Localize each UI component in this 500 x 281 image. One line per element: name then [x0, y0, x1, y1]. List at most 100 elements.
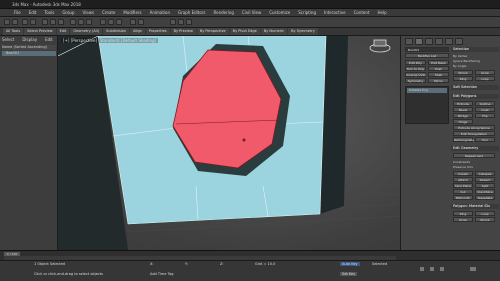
menu-scripting[interactable]: Scripting	[298, 10, 316, 15]
go-to-end-icon[interactable]	[440, 267, 444, 271]
shrink-button[interactable]: Shrink	[453, 70, 473, 75]
redo-icon[interactable]	[12, 19, 18, 25]
menu-file[interactable]: File	[14, 10, 21, 15]
loop-button[interactable]: Loop	[475, 76, 495, 81]
menu-civil-view[interactable]: Civil View	[242, 10, 261, 15]
ribbon-tab-by-perspective[interactable]: By Perspective	[196, 28, 229, 35]
zoom-extents-icon[interactable]	[470, 267, 476, 271]
bridge-button[interactable]: Bridge	[453, 113, 473, 118]
menu-content[interactable]: Content	[354, 10, 370, 15]
attach-button[interactable]: Attach	[453, 177, 473, 182]
time-slider[interactable]: 0 / 100	[4, 252, 20, 256]
create-tab-icon[interactable]	[405, 38, 413, 45]
align-icon[interactable]	[138, 19, 144, 25]
perspective-viewport[interactable]: [+] [Perspective] [Standard] [Default Sh…	[58, 36, 400, 250]
set-key-button[interactable]: Set Key	[340, 272, 358, 276]
move-icon[interactable]	[70, 19, 76, 25]
modifier-btn-edit-mesh[interactable]: Edit Mesh	[428, 60, 449, 65]
ribbon-tab-properties[interactable]: Properties	[145, 28, 170, 35]
menu-tools[interactable]: Tools	[44, 10, 54, 15]
ribbon-tab-by-symmetry[interactable]: By Symmetry	[288, 28, 318, 35]
menu-customize[interactable]: Customize	[269, 10, 290, 15]
modifier-btn-unwrap-uvw[interactable]: Unwrap UVW	[405, 72, 426, 77]
viewport-label[interactable]: [+] [Perspective] [Standard] [Default Sh…	[61, 38, 159, 43]
retriangulate-button[interactable]: Retriangulate	[453, 137, 474, 142]
modifier-btn-grow[interactable]: Grow	[453, 217, 473, 222]
utilities-tab-icon[interactable]	[455, 38, 463, 45]
grow-button[interactable]: Grow	[475, 70, 495, 75]
rotate-icon[interactable]	[78, 19, 84, 25]
menu-group[interactable]: Group	[62, 10, 74, 15]
slice-plane-button[interactable]: Slice Plane	[453, 183, 473, 188]
link-icon[interactable]	[22, 19, 28, 25]
hierarchy-tab-icon[interactable]	[425, 38, 433, 45]
edit-triangulation-button[interactable]: Edit Triangulation	[453, 131, 495, 136]
motion-tab-icon[interactable]	[435, 38, 443, 45]
repeat-last-button[interactable]: Repeat Last	[453, 153, 495, 158]
modifier-btn-push[interactable]: Push	[428, 66, 449, 71]
view-cube-icon[interactable]	[369, 39, 391, 53]
render-setup-icon[interactable]	[170, 19, 176, 25]
explorer-item-box001[interactable]: Box001	[2, 51, 56, 56]
section-soft-selection-header[interactable]: Soft Selection	[451, 85, 499, 90]
angle-snap-icon[interactable]	[108, 19, 114, 25]
cut-button[interactable]: Cut	[453, 189, 473, 194]
ribbon-tab-edit[interactable]: Edit	[56, 28, 70, 35]
explorer-column-header[interactable]: Name (Sorted Ascending)	[2, 45, 56, 50]
snap-toggle-icon[interactable]	[100, 19, 106, 25]
menu-views[interactable]: Views	[83, 10, 95, 15]
split-button[interactable]: Split	[475, 183, 495, 188]
detach-button[interactable]: Detach	[475, 177, 495, 182]
add-time-tag-button[interactable]: Add Time Tag	[150, 272, 174, 276]
checkbox-by-vertex[interactable]: By Vertex	[453, 54, 467, 58]
msmooth-button[interactable]: MSmooth	[453, 195, 473, 200]
tessellate-button[interactable]: Tessellate	[475, 195, 495, 200]
collapse-button[interactable]: Collapse	[475, 171, 495, 176]
next-frame-icon[interactable]	[430, 267, 434, 271]
menu-edit[interactable]: Edit	[29, 10, 37, 15]
extrude-button[interactable]: Extrude	[453, 101, 473, 106]
create-button[interactable]: Create	[453, 171, 473, 176]
scale-icon[interactable]	[86, 19, 92, 25]
section-edit-polygons-header[interactable]: Edit Polygons	[451, 94, 499, 99]
undo-icon[interactable]	[4, 19, 10, 25]
play-icon[interactable]	[420, 267, 424, 271]
menu-create[interactable]: Create	[102, 10, 115, 15]
quickslice-button[interactable]: QuickSlice	[475, 189, 495, 194]
hinge-button[interactable]: Hinge	[453, 119, 473, 124]
modify-tab-icon[interactable]	[415, 38, 423, 45]
menu-graph-editors[interactable]: Graph Editors	[178, 10, 205, 15]
select-by-name-icon[interactable]	[50, 19, 56, 25]
ribbon-tab-by-preview[interactable]: By Preview	[170, 28, 196, 35]
key-filter-dropdown[interactable]: Selected	[372, 262, 387, 266]
stack-item-editable-poly[interactable]: Editable Poly	[407, 88, 447, 93]
ribbon-tab-select-preview[interactable]: Select Preview	[24, 28, 56, 35]
modifier-btn-turn-to-poly[interactable]: Turn to Poly	[405, 66, 426, 71]
section-selection-header[interactable]: Selection	[451, 47, 499, 52]
turn-button[interactable]: Turn	[475, 137, 495, 142]
object-name-field[interactable]: Box001	[405, 47, 449, 52]
percent-snap-icon[interactable]	[116, 19, 122, 25]
unlink-icon[interactable]	[30, 19, 36, 25]
modifier-btn-shell[interactable]: Shell	[428, 72, 449, 77]
menu-help[interactable]: Help	[377, 10, 386, 15]
section-material-ids-header[interactable]: Polygon: Material IDs	[451, 204, 499, 209]
flip-button[interactable]: Flip	[475, 113, 495, 118]
section-edit-geometry-header[interactable]: Edit Geometry	[451, 146, 499, 151]
modifier-list-dropdown[interactable]: Modifier List	[405, 53, 449, 58]
modifier-btn-ring[interactable]: Ring	[453, 211, 473, 216]
ribbon-tab-all-tools[interactable]: All Tools	[3, 28, 24, 35]
ribbon-tab-by-numeric[interactable]: By Numeric	[260, 28, 288, 35]
outline-button[interactable]: Outline	[475, 101, 495, 106]
ribbon-tab-by-pivot-edge[interactable]: By Pivot Edge	[229, 28, 260, 35]
menu-animation[interactable]: Animation	[150, 10, 170, 15]
menu-rendering[interactable]: Rendering	[214, 10, 234, 15]
mirror-icon[interactable]	[130, 19, 136, 25]
checkbox-preserve-uvs[interactable]: Preserve UVs	[453, 165, 473, 169]
render-icon[interactable]	[178, 19, 184, 25]
extrude-along-spline-button[interactable]: Extrude Along Spline	[453, 125, 495, 130]
menu-interactive[interactable]: Interactive	[324, 10, 346, 15]
ribbon-tab-align[interactable]: Align	[130, 28, 145, 35]
ribbon-tab-subdivision[interactable]: Subdivision	[103, 28, 130, 35]
material-editor-icon[interactable]	[186, 19, 192, 25]
